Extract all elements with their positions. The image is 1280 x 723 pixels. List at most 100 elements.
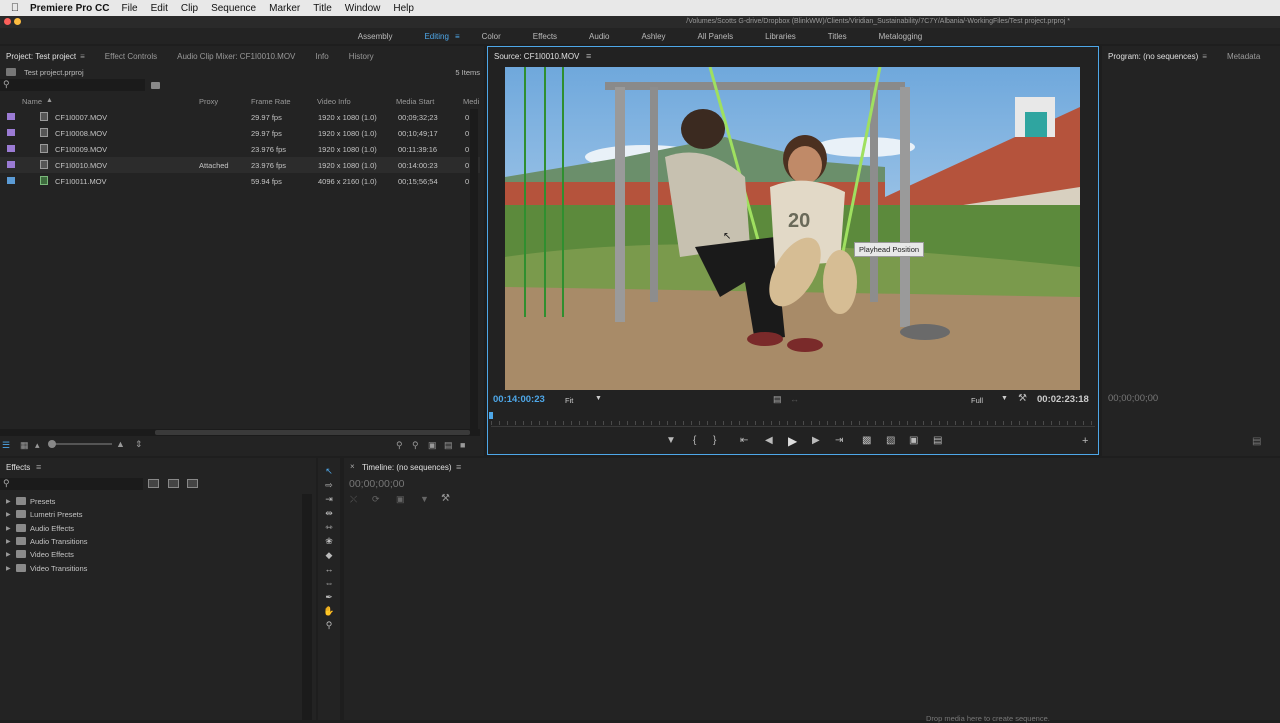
- workspace-effects[interactable]: Effects: [533, 32, 557, 41]
- mark-out-icon[interactable]: }: [713, 435, 716, 446]
- scrollbar-thumb[interactable]: [155, 430, 470, 435]
- menu-clip[interactable]: Clip: [181, 3, 198, 14]
- new-item-icon[interactable]: ▤: [444, 440, 453, 451]
- source-monitor-title[interactable]: Source: CF1I0010.MOV: [494, 52, 579, 61]
- workspace-color[interactable]: Color: [482, 32, 501, 41]
- search-icon[interactable]: ⚲: [412, 440, 419, 451]
- effects-search-input[interactable]: ⚲: [0, 478, 143, 490]
- snap-icon[interactable]: ⟳: [372, 494, 380, 505]
- table-row[interactable]: CF1I0009.MOV 23.976 fps 1920 x 1080 (1.0…: [0, 141, 480, 157]
- timeline-title[interactable]: Timeline: (no sequences): [362, 463, 452, 472]
- program-timecode[interactable]: 00;00;00;00: [1108, 393, 1158, 404]
- rate-stretch-tool-icon[interactable]: ⇿: [322, 522, 336, 535]
- 32-bit-effects-icon[interactable]: [168, 479, 179, 488]
- tab-history[interactable]: History: [349, 52, 374, 61]
- expand-triangle-icon[interactable]: ▶: [6, 498, 11, 505]
- effects-scrollbar[interactable]: [302, 494, 312, 720]
- go-to-out-icon[interactable]: ⇥: [835, 435, 843, 446]
- menu-window[interactable]: Window: [345, 3, 381, 14]
- apple-menu-icon[interactable]: : [0, 2, 30, 14]
- fit-dropdown[interactable]: Fit: [565, 396, 573, 405]
- workspace-menu-icon[interactable]: ≡: [455, 32, 460, 41]
- zoom-slider[interactable]: [52, 443, 112, 445]
- playback-resolution-dropdown[interactable]: Full: [971, 396, 983, 405]
- slip-tool-icon[interactable]: ◆: [322, 550, 336, 563]
- add-marker-icon[interactable]: ▼: [666, 435, 676, 446]
- project-search-input[interactable]: ⚲: [0, 79, 145, 91]
- icon-view-icon[interactable]: ▦: [20, 440, 29, 451]
- sort-icons-icon[interactable]: ▲: [116, 439, 125, 449]
- panel-menu-icon[interactable]: ≡: [1202, 52, 1207, 61]
- freeform-view-icon[interactable]: ▴: [35, 440, 40, 451]
- app-name-menu[interactable]: Premiere Pro CC: [30, 3, 109, 14]
- workspace-all-panels[interactable]: All Panels: [698, 32, 734, 41]
- menu-title[interactable]: Title: [313, 3, 332, 14]
- expand-triangle-icon[interactable]: ▶: [6, 538, 11, 545]
- tab-info[interactable]: Info: [315, 52, 328, 61]
- table-row[interactable]: CF1I0007.MOV 29.97 fps 1920 x 1080 (1.0)…: [0, 109, 480, 125]
- overwrite-icon[interactable]: ▧: [886, 435, 895, 446]
- step-back-icon[interactable]: ◀: [765, 435, 773, 446]
- nest-icon[interactable]: ⤬: [350, 494, 357, 505]
- menu-sequence[interactable]: Sequence: [211, 3, 256, 14]
- fit-dropdown-chevron-icon[interactable]: ▼: [595, 395, 602, 402]
- video-frame[interactable]: 20: [505, 67, 1080, 390]
- workspace-editing[interactable]: Editing: [424, 32, 448, 41]
- expand-triangle-icon[interactable]: ▶: [6, 511, 11, 518]
- project-vertical-scrollbar[interactable]: [470, 109, 478, 429]
- new-bin-from-search-icon[interactable]: [151, 82, 160, 89]
- automate-to-sequence-icon[interactable]: ⇕: [135, 439, 143, 450]
- table-row[interactable]: CF1I0011.MOV 59.94 fps 4096 x 2160 (1.0)…: [0, 173, 480, 189]
- source-time-ruler[interactable]: [491, 413, 1095, 427]
- track-select-tool-icon[interactable]: ⇨: [322, 480, 336, 493]
- source-timecode[interactable]: 00:14:00:23: [493, 394, 545, 405]
- table-row[interactable]: CF1I0010.MOV Attached 23.976 fps 1920 x …: [0, 157, 480, 173]
- expand-triangle-icon[interactable]: ▶: [6, 551, 11, 558]
- list-view-icon[interactable]: ☰: [2, 440, 10, 451]
- tree-item-audio-effects[interactable]: ▶ Audio Effects: [0, 523, 300, 536]
- pen-tool-icon[interactable]: ✒: [322, 592, 336, 605]
- tree-item-video-transitions[interactable]: ▶ Video Transitions: [0, 563, 300, 576]
- project-horizontal-scrollbar[interactable]: [0, 429, 480, 436]
- selection-tool-icon[interactable]: ↖: [322, 466, 336, 479]
- col-video-info[interactable]: Video Info: [317, 97, 351, 106]
- timeline-settings-wrench-icon[interactable]: ⚒: [441, 493, 450, 504]
- effects-panel-title[interactable]: Effects: [6, 463, 30, 472]
- rolling-edit-tool-icon[interactable]: ⇹: [322, 508, 336, 521]
- tree-item-lumetri-presets[interactable]: ▶ Lumetri Presets: [0, 509, 300, 522]
- zoom-slider-handle[interactable]: [48, 440, 56, 448]
- col-medi[interactable]: Medi: [463, 97, 479, 106]
- tab-audio-clip-mixer[interactable]: Audio Clip Mixer: CF1I0010.MOV: [177, 52, 295, 61]
- razor-tool-icon[interactable]: ❀: [322, 536, 336, 549]
- ripple-edit-tool-icon[interactable]: ⇥: [322, 494, 336, 507]
- trash-icon[interactable]: ■: [460, 440, 465, 450]
- safe-margins-icon[interactable]: ▤: [933, 435, 942, 446]
- menu-edit[interactable]: Edit: [151, 3, 168, 14]
- insert-icon[interactable]: ▩: [862, 435, 871, 446]
- export-frame-camera-icon[interactable]: ▣: [909, 435, 918, 446]
- close-window-button[interactable]: [4, 18, 11, 25]
- panel-menu-icon[interactable]: ≡: [80, 52, 85, 61]
- timeline-timecode[interactable]: 00;00;00;00: [349, 478, 404, 490]
- minimize-window-button[interactable]: [14, 18, 21, 25]
- col-frame-rate[interactable]: Frame Rate: [251, 97, 291, 106]
- tree-item-video-effects[interactable]: ▶ Video Effects: [0, 549, 300, 562]
- resolution-chevron-icon[interactable]: ▼: [1001, 395, 1008, 402]
- settings-wrench-icon[interactable]: ⚒: [1018, 393, 1027, 404]
- expand-triangle-icon[interactable]: ▶: [6, 525, 11, 532]
- tree-item-presets[interactable]: ▶ Presets: [0, 496, 300, 509]
- accelerated-effects-icon[interactable]: [148, 479, 159, 488]
- table-row[interactable]: CF1I0008.MOV 29.97 fps 1920 x 1080 (1.0)…: [0, 125, 480, 141]
- panel-menu-icon[interactable]: ≡: [456, 462, 461, 472]
- panel-menu-icon[interactable]: ≡: [36, 462, 41, 472]
- drag-video-icon[interactable]: ▤: [773, 394, 782, 405]
- tab-effect-controls[interactable]: Effect Controls: [105, 52, 157, 61]
- program-export-frame-icon[interactable]: ▤: [1252, 436, 1261, 447]
- workspace-audio[interactable]: Audio: [589, 32, 609, 41]
- col-media-start[interactable]: Media Start: [396, 97, 434, 106]
- workspace-titles[interactable]: Titles: [828, 32, 847, 41]
- play-button[interactable]: ▶: [788, 434, 797, 448]
- tab-program[interactable]: Program: (no sequences) ≡: [1108, 52, 1207, 61]
- slide-alt-tool-icon[interactable]: ⇔: [322, 578, 336, 591]
- workspace-metalogging[interactable]: Metalogging: [879, 32, 923, 41]
